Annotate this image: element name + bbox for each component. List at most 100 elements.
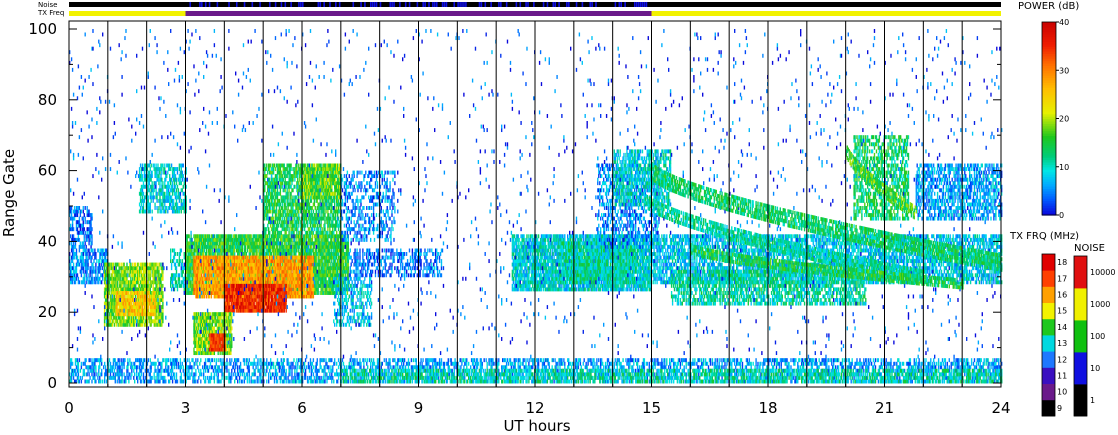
radar-range-time-chart: Noise TX Freq 0 3 6 9 12 15 18 21 24 02040608010… bbox=[0, 0, 1118, 435]
scatter-cell bbox=[126, 277, 127, 281]
noise-bar-segment bbox=[479, 2, 481, 7]
noise-bar-segment bbox=[615, 2, 617, 7]
noise-bar-segment bbox=[302, 2, 304, 7]
scatter-cell bbox=[90, 224, 91, 228]
scatter-cell bbox=[87, 263, 88, 267]
scatter-cell bbox=[84, 213, 85, 217]
scatter-cell bbox=[76, 270, 77, 274]
scatter-cell bbox=[79, 238, 80, 242]
scatter-cell bbox=[76, 224, 77, 228]
scatter-cell bbox=[99, 259, 100, 263]
scatter-cell bbox=[90, 245, 91, 249]
scatter-cell bbox=[139, 277, 140, 281]
scatter-cell bbox=[95, 263, 96, 267]
scatter-cell bbox=[111, 316, 112, 320]
scatter-cell bbox=[79, 249, 80, 253]
scatter-cell bbox=[93, 266, 94, 270]
scatter-cell bbox=[119, 263, 120, 267]
scatter-cell bbox=[73, 227, 74, 231]
scatter-cell bbox=[109, 287, 110, 291]
scatter-cell bbox=[88, 210, 89, 214]
noise-bar-segment bbox=[644, 2, 646, 7]
scatter-cell bbox=[112, 323, 113, 327]
scatter-cell bbox=[89, 252, 90, 256]
scatter-cell bbox=[87, 238, 88, 242]
scatter-cell bbox=[90, 220, 91, 224]
scatter-cell bbox=[144, 273, 145, 277]
scatter-cell bbox=[77, 273, 78, 277]
scatter-cell bbox=[121, 284, 122, 288]
scatter-cell bbox=[135, 284, 136, 288]
noise-bar-segment bbox=[568, 2, 570, 7]
scatter-cell bbox=[135, 295, 136, 299]
scatter-cell bbox=[87, 206, 88, 210]
noise-bar-segment bbox=[636, 2, 638, 7]
scatter-cell bbox=[84, 238, 85, 242]
top-status-bars: Noise TX Freq bbox=[37, 1, 1001, 17]
scatter-cell bbox=[87, 259, 88, 263]
noise-bar-segment bbox=[640, 2, 642, 7]
scatter-cell bbox=[92, 249, 93, 253]
scatter-cell bbox=[73, 266, 74, 270]
scatter-cell bbox=[121, 263, 122, 267]
scatter-cell bbox=[87, 231, 88, 235]
scatter-cell bbox=[99, 277, 100, 281]
noise-bar-segment bbox=[533, 2, 535, 7]
scatter-cell bbox=[145, 280, 146, 284]
scatter-cell bbox=[87, 277, 88, 281]
scatter-cell bbox=[142, 323, 143, 327]
scatter-cell bbox=[155, 319, 156, 323]
noise-bar-segment bbox=[498, 2, 500, 7]
scatter-cell bbox=[125, 270, 126, 274]
noise-bar-segment bbox=[582, 2, 584, 7]
noise-bar-segment bbox=[465, 2, 467, 7]
scatter-cell bbox=[136, 316, 137, 320]
scatter-cell bbox=[109, 291, 110, 295]
scatter-cell bbox=[93, 259, 94, 263]
scatter-cell bbox=[104, 319, 105, 323]
noise-bar-segment bbox=[360, 2, 362, 7]
scatter-cell bbox=[92, 280, 93, 284]
scatter-cell bbox=[129, 273, 130, 277]
scatter-cell bbox=[102, 256, 103, 260]
scatter-cell bbox=[85, 241, 86, 245]
scatter-cell bbox=[97, 273, 98, 277]
noise-bar-segment bbox=[481, 2, 483, 7]
scatter-cell bbox=[119, 270, 120, 274]
scatter-cell bbox=[125, 284, 126, 288]
scatter-cell bbox=[102, 266, 103, 270]
scatter-cell bbox=[98, 280, 99, 284]
scatter-cell bbox=[138, 280, 139, 284]
noise-bar-segment bbox=[490, 2, 492, 7]
scatter-cell bbox=[71, 241, 72, 245]
noise-bar-segment bbox=[547, 2, 549, 7]
scatter-cell bbox=[120, 277, 121, 281]
scatter-cell bbox=[141, 270, 142, 274]
scatter-cell bbox=[85, 206, 86, 210]
noise-bar-segment bbox=[459, 2, 461, 7]
noise-bar-segment bbox=[446, 2, 448, 7]
noise-bar-segment bbox=[485, 2, 487, 7]
noise-bar-segment bbox=[646, 2, 648, 7]
scatter-cell bbox=[83, 270, 84, 274]
scatter-cell bbox=[95, 280, 96, 284]
scatter-cell bbox=[86, 280, 87, 284]
scatter-cell bbox=[104, 270, 105, 274]
noise-bar-segment bbox=[506, 2, 508, 7]
noise-bar-segment bbox=[642, 2, 644, 7]
noise-bar-segment bbox=[461, 2, 463, 7]
scatter-cell bbox=[143, 319, 144, 323]
noise-bar-segment bbox=[516, 2, 518, 7]
noise-bar-segment bbox=[432, 2, 434, 7]
noise-bar-segment bbox=[552, 2, 554, 7]
scatter-cell bbox=[76, 277, 77, 281]
scatter-cell bbox=[79, 263, 80, 267]
scatter-cell bbox=[86, 245, 87, 249]
scatter-cell bbox=[89, 273, 90, 277]
scatter-cell bbox=[106, 249, 107, 253]
scatter-cell bbox=[95, 273, 96, 277]
scatter-cell bbox=[83, 206, 84, 210]
scatter-cell bbox=[135, 263, 136, 267]
noise-bar-segment bbox=[554, 2, 556, 7]
scatter-cell bbox=[145, 277, 146, 281]
